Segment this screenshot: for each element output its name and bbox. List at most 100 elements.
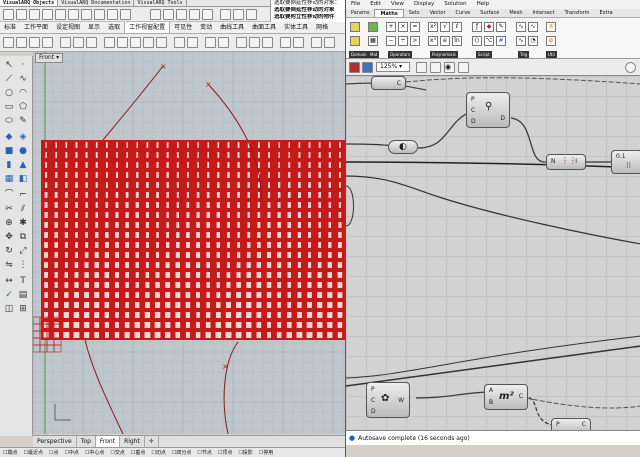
grid-icon[interactable] bbox=[246, 9, 257, 20]
gh-canvas[interactable]: C P C D ⚲ D ◐ N ⋮⋮ I 0.1 ⁝⁝ P C D ✿ W A … bbox=[346, 76, 640, 430]
trim-icon[interactable]: ✂ bbox=[3, 203, 15, 215]
undo-icon[interactable] bbox=[104, 37, 115, 48]
subtraction-icon[interactable]: − bbox=[386, 36, 396, 46]
osnap-10[interactable]: ☐顶点 bbox=[215, 448, 235, 457]
slab-icon[interactable] bbox=[81, 9, 92, 20]
space-icon[interactable] bbox=[233, 9, 244, 20]
rectangle-icon[interactable]: ▭ bbox=[3, 101, 15, 113]
natural-log-icon[interactable]: ln bbox=[452, 36, 462, 46]
copy-object-icon[interactable]: ⧉ bbox=[17, 231, 29, 243]
array-icon[interactable]: ⋮ bbox=[17, 259, 29, 271]
stair-icon[interactable] bbox=[68, 9, 79, 20]
shaded-icon[interactable] bbox=[205, 37, 216, 48]
tab-surface[interactable]: Surface bbox=[475, 9, 504, 17]
tab-sets[interactable]: Sets bbox=[404, 9, 425, 17]
toolbar-tab-surface-tools[interactable]: 曲面工具 bbox=[248, 22, 280, 33]
tab-extra[interactable]: Extra bbox=[595, 9, 618, 17]
mesh-icon[interactable]: ▦ bbox=[3, 173, 15, 185]
panel-tab-visualarq-tools[interactable]: VisualARQ Tools bbox=[134, 0, 187, 6]
menu-edit[interactable]: Edit bbox=[365, 0, 386, 9]
zoom-selector[interactable]: 125% ▾ bbox=[376, 62, 410, 72]
new-file-icon[interactable] bbox=[3, 37, 14, 48]
csharp-script-icon[interactable]: # bbox=[496, 36, 506, 46]
fillet-icon[interactable]: ⌒ bbox=[3, 189, 15, 201]
addition-icon[interactable]: + bbox=[386, 22, 396, 32]
front-viewport[interactable]: × × × Front ▾ bbox=[33, 52, 345, 434]
toolbar-tab-display[interactable]: 显示 bbox=[84, 22, 104, 33]
vb-script-icon[interactable]: ⟨⟩ bbox=[472, 36, 482, 46]
window-icon[interactable] bbox=[29, 9, 40, 20]
maximize-view-icon[interactable] bbox=[187, 37, 198, 48]
annotation-icon[interactable] bbox=[202, 9, 213, 20]
light-icon[interactable] bbox=[236, 37, 247, 48]
square-icon[interactable]: √ bbox=[440, 22, 450, 32]
gh-save-icon[interactable] bbox=[362, 62, 373, 73]
column-icon[interactable] bbox=[42, 9, 53, 20]
larger-than-icon[interactable]: > bbox=[410, 36, 420, 46]
add-viewport-tab-icon[interactable]: ✛ bbox=[145, 436, 159, 447]
menu-help[interactable]: Help bbox=[472, 0, 495, 9]
pan-icon[interactable] bbox=[117, 37, 128, 48]
freeform-icon[interactable]: ✎ bbox=[17, 115, 29, 127]
gh-node-expression[interactable]: A B m² C bbox=[484, 384, 528, 410]
sketch-icon[interactable] bbox=[430, 62, 441, 73]
menu-view[interactable]: View bbox=[386, 0, 409, 9]
gh-node-weave[interactable]: P C D ✿ W bbox=[366, 382, 410, 418]
mirror-icon[interactable]: ⇋ bbox=[3, 259, 15, 271]
scale-icon[interactable]: ⤢ bbox=[17, 245, 29, 257]
evaluate-icon[interactable]: ◆ bbox=[484, 22, 494, 32]
options-icon[interactable] bbox=[280, 37, 291, 48]
rotate-view-icon[interactable] bbox=[130, 37, 141, 48]
osnap-3[interactable]: ☐中点 bbox=[61, 448, 81, 457]
tab-params[interactable]: Params bbox=[346, 9, 374, 17]
print-icon[interactable] bbox=[42, 37, 53, 48]
ellipse-icon[interactable]: ⬭ bbox=[3, 115, 15, 127]
power-icon[interactable]: x² bbox=[428, 22, 438, 32]
open-file-icon[interactable] bbox=[16, 37, 27, 48]
exponent-icon[interactable]: e bbox=[440, 36, 450, 46]
viewport-tab-front[interactable]: Front bbox=[95, 436, 121, 447]
analyze-icon[interactable]: ✓ bbox=[3, 289, 15, 301]
dimension-icon[interactable]: ↔ bbox=[3, 275, 15, 287]
cylinder-icon[interactable]: ▮ bbox=[3, 159, 15, 171]
gh-node-bottom-right[interactable]: P C bbox=[551, 418, 591, 430]
zoom-icon[interactable] bbox=[143, 37, 154, 48]
gh-node-graph[interactable]: ◐ bbox=[388, 140, 418, 154]
surface-icon[interactable]: ◆ bbox=[3, 131, 15, 143]
menu-solution[interactable]: Solution bbox=[439, 0, 471, 9]
section-icon[interactable] bbox=[150, 9, 161, 20]
extrude-icon[interactable]: ▲ bbox=[17, 159, 29, 171]
elevation-icon[interactable] bbox=[176, 9, 187, 20]
grasshopper-icon[interactable] bbox=[311, 37, 322, 48]
point-icon[interactable]: · bbox=[17, 59, 29, 71]
properties-icon[interactable] bbox=[262, 37, 273, 48]
level-icon[interactable] bbox=[220, 9, 231, 20]
toolbar-tab-transform[interactable]: 变动 bbox=[196, 22, 216, 33]
gh-node-top[interactable]: C bbox=[371, 76, 406, 90]
menu-display[interactable]: Display bbox=[409, 0, 439, 9]
polygon-icon[interactable]: ⬠ bbox=[17, 101, 29, 113]
osnap-9[interactable]: ☐节点 bbox=[194, 448, 214, 457]
toolbar-tab-cplanes[interactable]: 工作平面 bbox=[20, 22, 52, 33]
gh-node-panel[interactable]: 0.1 ⁝⁝ bbox=[611, 150, 640, 174]
railing-icon[interactable] bbox=[107, 9, 118, 20]
boolean-icon[interactable]: ◧ bbox=[17, 173, 29, 185]
viewport-tab-top[interactable]: Top bbox=[77, 436, 96, 447]
table-icon[interactable] bbox=[189, 9, 200, 20]
paste-icon[interactable] bbox=[86, 37, 97, 48]
osnap-4[interactable]: ☐中心点 bbox=[82, 448, 107, 457]
tab-maths[interactable]: Maths bbox=[374, 9, 404, 17]
division-icon[interactable]: ÷ bbox=[398, 36, 408, 46]
log-icon[interactable]: ℓ bbox=[452, 22, 462, 32]
matrix-icon[interactable] bbox=[368, 22, 378, 32]
cosine-icon[interactable]: ∿ bbox=[528, 22, 538, 32]
osnap-6[interactable]: ☐垂点 bbox=[128, 448, 148, 457]
domain-icon[interactable] bbox=[350, 22, 360, 32]
loft-icon[interactable]: ◈ bbox=[17, 131, 29, 143]
matrix-transpose-icon[interactable]: ▦ bbox=[368, 36, 378, 46]
script-icon[interactable]: ✎ bbox=[496, 22, 506, 32]
cube-icon[interactable]: x³ bbox=[428, 36, 438, 46]
curtain-wall-icon[interactable] bbox=[120, 9, 131, 20]
osnap-0[interactable]: ☐端点 bbox=[0, 448, 20, 457]
toolbar-tab-select[interactable]: 选取 bbox=[104, 22, 124, 33]
